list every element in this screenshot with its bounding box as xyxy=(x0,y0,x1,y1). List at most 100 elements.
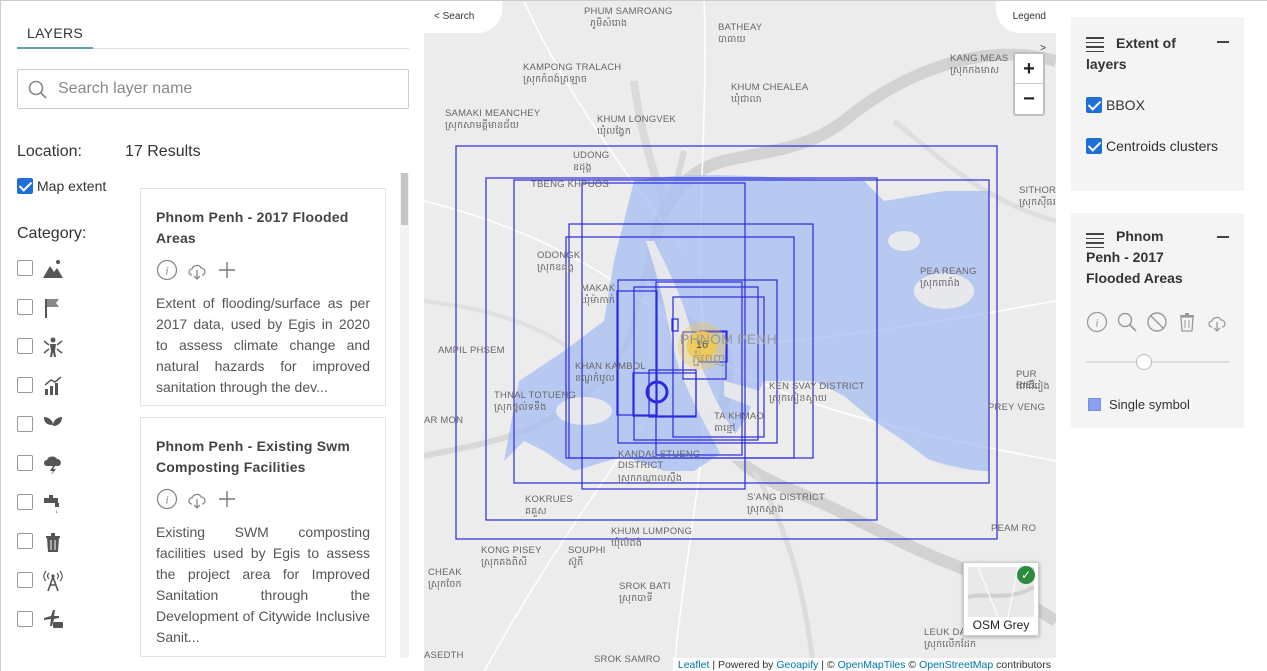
place-label: TBENG KHPUOS xyxy=(531,179,609,190)
collapse-icon[interactable] xyxy=(1217,236,1229,238)
category-flag[interactable] xyxy=(17,296,77,320)
place-label: ឃុំលង្វែក xyxy=(597,126,631,137)
legend-title: Extent of layers xyxy=(1086,35,1176,72)
symbol-legend: Single symbol xyxy=(1088,397,1190,412)
add-icon[interactable] xyxy=(216,259,238,281)
layer-card[interactable]: Phnom Penh - Existing Swm Composting Fac… xyxy=(140,417,386,657)
category-checkbox[interactable] xyxy=(17,377,33,393)
attribution-text: contributors xyxy=(993,659,1051,671)
place-label: ស្រុកកណ្ដាលស្ទឹង xyxy=(618,473,683,484)
hide-icon[interactable] xyxy=(1146,311,1168,333)
search-input[interactable] xyxy=(58,78,398,100)
place-label: ស្រុកឧដុង្គ xyxy=(537,262,574,273)
place-label: SITHOR xyxy=(1019,185,1056,196)
category-checkbox[interactable] xyxy=(17,260,33,276)
category-checkbox[interactable] xyxy=(17,533,33,549)
symbol-label: Single symbol xyxy=(1109,397,1190,412)
search-toggle-button[interactable]: < Search xyxy=(424,1,502,33)
category-checkbox[interactable] xyxy=(17,299,33,315)
place-label: KANG MEAS xyxy=(950,53,1009,64)
map-view[interactable]: 16 PHUM SAMROANG ភូមិសំរោង BATHEAY បាធាយ… xyxy=(424,1,1056,671)
category-chart[interactable] xyxy=(17,374,77,398)
cloud-download-icon[interactable] xyxy=(186,259,208,281)
centroids-toggle[interactable]: Centroids clusters xyxy=(1086,138,1218,154)
category-checkbox[interactable] xyxy=(17,455,33,471)
storm-cloud-icon xyxy=(44,456,61,475)
openmaptiles-link[interactable]: OpenMapTiles xyxy=(838,659,906,671)
layer-title[interactable]: Phnom Penh - Existing Swm Composting Fac… xyxy=(156,436,370,478)
faucet-icon xyxy=(44,495,59,513)
attribution-text: © xyxy=(905,659,920,671)
layer-list[interactable]: Phnom Penh - 2017 Flooded Areas i Extent… xyxy=(140,171,410,671)
delete-icon[interactable] xyxy=(1176,311,1198,333)
place-label: ស្រុកថ្នល់ទទឹង xyxy=(494,402,547,413)
legend-toggle-button[interactable]: Legend > xyxy=(996,1,1056,54)
place-label: ភ្នំពេញ xyxy=(692,351,726,366)
category-checkbox[interactable] xyxy=(17,572,33,588)
category-telecom[interactable] xyxy=(17,569,77,593)
category-leaf[interactable] xyxy=(17,413,77,437)
place-label: PHNOM PENH xyxy=(680,331,777,347)
place-label: PEA REANG xyxy=(920,266,977,277)
cloud-download-icon[interactable] xyxy=(186,488,208,510)
category-mountain[interactable] xyxy=(17,257,77,281)
place-label: SAMAKI MEANCHEY xyxy=(445,108,541,119)
zoom-out-button[interactable]: − xyxy=(1015,84,1043,114)
opacity-slider-handle[interactable] xyxy=(1136,354,1152,370)
info-icon[interactable]: i xyxy=(1086,311,1108,333)
place-label: ស្រុកលើកដែក xyxy=(924,639,977,650)
basemap-switcher[interactable]: ✓ OSM Grey xyxy=(963,562,1039,636)
leaflet-link[interactable]: Leaflet xyxy=(678,659,710,671)
bbox-checkbox[interactable] xyxy=(1086,97,1102,113)
centroids-checkbox[interactable] xyxy=(1086,138,1102,154)
map-extent-checkbox[interactable] xyxy=(17,178,33,194)
add-icon[interactable] xyxy=(216,488,238,510)
place-label: S'ANG DISTRICT xyxy=(747,492,825,503)
leaf-icon xyxy=(44,417,62,435)
geoapify-link[interactable]: Geoapify xyxy=(776,659,818,671)
place-label: SOUPHI xyxy=(568,545,606,556)
place-label: គគួស xyxy=(525,506,547,517)
place-label: KHUM LONGVEK xyxy=(597,114,676,125)
place-label: SROK BATI xyxy=(619,581,671,592)
antenna-icon xyxy=(43,570,63,592)
tab-layers[interactable]: LAYERS xyxy=(17,19,94,49)
category-water[interactable] xyxy=(17,491,77,515)
place-label: ខណ្ឌកំបូល xyxy=(575,373,615,384)
category-checkbox[interactable] xyxy=(17,494,33,510)
info-icon[interactable]: i xyxy=(156,488,178,510)
place-label: KHUM CHEALEA xyxy=(731,82,809,93)
scrollbar-thumb[interactable] xyxy=(401,173,408,225)
zoom-in-button[interactable]: + xyxy=(1015,54,1043,84)
layer-title[interactable]: Phnom Penh - 2017 Flooded Areas xyxy=(156,207,370,249)
check-icon: ✓ xyxy=(1017,566,1035,584)
scrollbar-track[interactable] xyxy=(400,173,409,658)
category-waste[interactable] xyxy=(17,530,77,554)
map-extent-filter[interactable]: Map extent xyxy=(17,178,106,194)
place-label: PEAM RO xyxy=(991,523,1037,534)
category-storm[interactable] xyxy=(17,452,77,476)
layer-card[interactable]: Phnom Penh - 2017 Flooded Areas i Extent… xyxy=(140,188,386,406)
category-label: Category: xyxy=(17,225,87,242)
bar-chart-icon xyxy=(44,376,62,395)
place-label: KEN SVAY DISTRICT xyxy=(769,381,865,392)
opacity-slider[interactable] xyxy=(1086,354,1229,370)
info-icon[interactable]: i xyxy=(156,259,178,281)
place-label: AR MON xyxy=(424,415,464,426)
category-transport[interactable] xyxy=(17,608,77,632)
zoom-to-icon[interactable] xyxy=(1116,311,1138,333)
category-checkbox[interactable] xyxy=(17,416,33,432)
layer-tools: i xyxy=(1086,311,1228,333)
place-label: ឃុំជាលា xyxy=(731,94,762,105)
bbox-toggle[interactable]: BBOX xyxy=(1086,97,1145,113)
place-label: ស្រុកចែក xyxy=(428,579,462,590)
openstreetmap-link[interactable]: OpenStreetMap xyxy=(919,659,993,671)
category-person[interactable] xyxy=(17,335,77,359)
legend-title: Phnom Penh - 2017 Flooded Areas xyxy=(1086,228,1183,286)
map-attribution: Leaflet | Powered by Geoapify | © OpenMa… xyxy=(672,658,1056,671)
collapse-icon[interactable] xyxy=(1217,41,1229,43)
category-checkbox[interactable] xyxy=(17,611,33,627)
category-checkbox[interactable] xyxy=(17,338,33,354)
map-extent-label: Map extent xyxy=(37,178,107,194)
cloud-download-icon[interactable] xyxy=(1206,311,1228,333)
